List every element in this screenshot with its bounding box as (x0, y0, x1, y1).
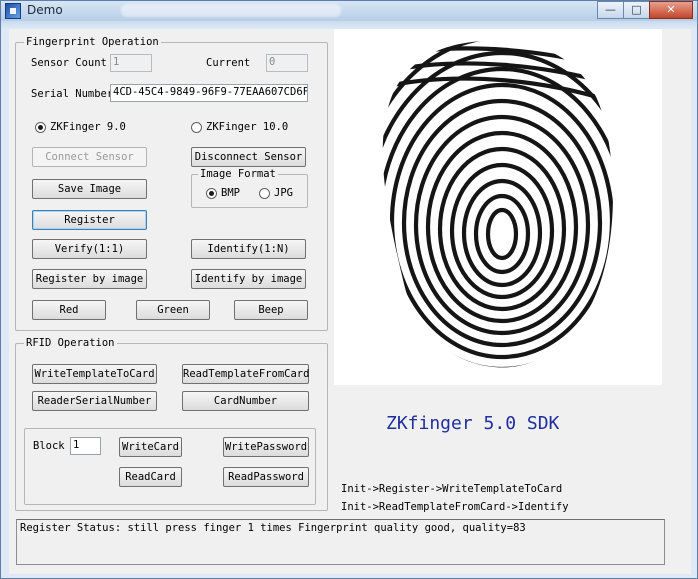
window-title: Demo (27, 3, 63, 17)
zkfinger10-radio[interactable]: ZKFinger 10.0 (191, 121, 288, 133)
register-by-image-button[interactable]: Register by image (32, 269, 147, 289)
register-button[interactable]: Register (32, 210, 147, 230)
hint-identify-flow: Init->ReadTemplateFromCard->Identify (341, 501, 569, 513)
status-textbox[interactable]: Register Status: still press finger 1 ti… (16, 519, 665, 565)
jpg-radio[interactable]: JPG (259, 187, 293, 199)
title-bar-blur (121, 4, 341, 17)
image-format-group: Image Format BMP JPG (191, 168, 308, 208)
identify-button[interactable]: Identify(1:N) (191, 239, 306, 259)
block-field[interactable]: 1 (70, 437, 101, 455)
green-led-button[interactable]: Green (136, 300, 210, 320)
fingerprint-operation-legend: Fingerprint Operation (24, 36, 161, 48)
rfid-operation-group: RFID Operation WriteTemplateToCard ReadT… (15, 337, 328, 511)
hint-register-flow: Init->Register->WriteTemplateToCard (341, 483, 563, 495)
current-sensor-field[interactable]: 0 (266, 54, 308, 72)
zkfinger10-label: ZKFinger 10.0 (206, 121, 289, 133)
minimize-button[interactable]: — (597, 1, 624, 19)
client-area: Fingerprint Operation Sensor Count 1 Cur… (9, 29, 691, 574)
zkfinger9-radio[interactable]: ZKFinger 9.0 (35, 121, 126, 133)
write-password-button[interactable]: WritePassword (223, 437, 309, 457)
image-format-legend: Image Format (198, 168, 278, 180)
card-block-group: Block 1 WriteCard WritePassword ReadCard… (24, 428, 316, 505)
read-card-button[interactable]: ReadCard (119, 467, 182, 487)
jpg-label: JPG (274, 187, 293, 199)
write-card-button[interactable]: WriteCard (119, 437, 182, 457)
fingerprint-operation-group: Fingerprint Operation Sensor Count 1 Cur… (15, 36, 328, 331)
block-label: Block (33, 440, 65, 452)
disconnect-sensor-button[interactable]: Disconnect Sensor (191, 147, 306, 167)
current-label: Current (206, 57, 251, 69)
zkfinger10-radio-dot (191, 121, 202, 133)
close-button[interactable]: ✕ (649, 1, 693, 19)
read-password-button[interactable]: ReadPassword (223, 467, 309, 487)
save-image-button[interactable]: Save Image (32, 179, 147, 199)
fingerprint-image-pane (334, 29, 662, 385)
bmp-radio-dot (206, 187, 217, 199)
sdk-title: ZKfinger 5.0 SDK (386, 413, 560, 434)
serial-number-label: Serial Number (31, 88, 114, 100)
sensor-count-field[interactable]: 1 (110, 54, 152, 72)
connect-sensor-button[interactable]: Connect Sensor (32, 147, 147, 167)
fingerprint-image (382, 40, 613, 368)
sensor-count-label: Sensor Count (31, 57, 107, 69)
app-icon[interactable] (5, 3, 21, 19)
reader-serial-number-button[interactable]: ReaderSerialNumber (32, 391, 157, 411)
maximize-button[interactable]: □ (623, 1, 650, 19)
jpg-radio-dot (259, 187, 270, 199)
verify-button[interactable]: Verify(1:1) (32, 239, 147, 259)
zkfinger9-label: ZKFinger 9.0 (50, 121, 126, 133)
red-led-button[interactable]: Red (32, 300, 106, 320)
serial-number-field[interactable]: 4CD-45C4-9849-96F9-77EAA607CD6F} (110, 84, 308, 102)
status-text: Register Status: still press finger 1 ti… (20, 522, 526, 534)
identify-by-image-button[interactable]: Identify by image (191, 269, 306, 289)
app-window: Demo — □ ✕ Fingerprint Operation Sensor … (0, 0, 698, 579)
window-controls: — □ ✕ (597, 1, 693, 20)
read-template-from-card-button[interactable]: ReadTemplateFromCard (182, 364, 309, 384)
bmp-radio[interactable]: BMP (206, 187, 240, 199)
zkfinger9-radio-dot (35, 121, 46, 133)
card-number-button[interactable]: CardNumber (182, 391, 309, 411)
title-bar[interactable]: Demo — □ ✕ (1, 1, 697, 21)
write-template-to-card-button[interactable]: WriteTemplateToCard (32, 364, 157, 384)
rfid-operation-legend: RFID Operation (24, 337, 117, 349)
beep-button[interactable]: Beep (234, 300, 308, 320)
bmp-label: BMP (221, 187, 240, 199)
